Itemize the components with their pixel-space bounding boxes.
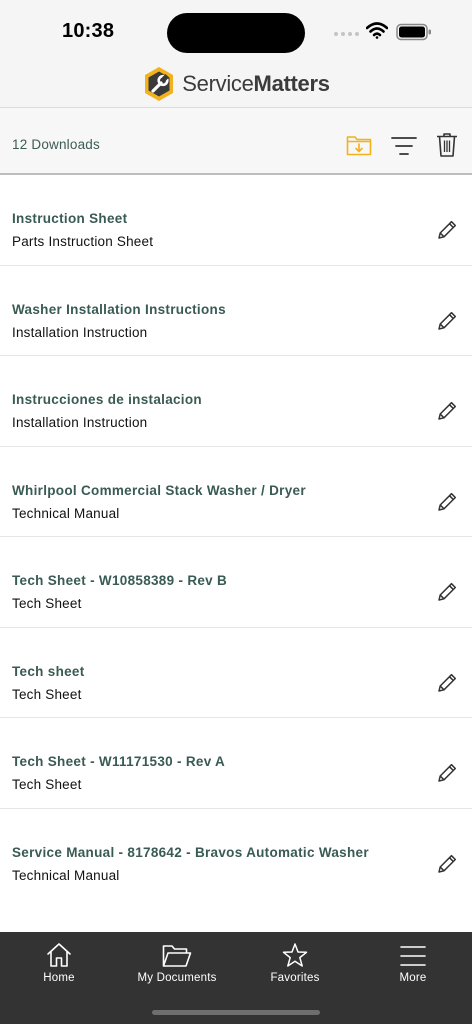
list-item[interactable]: Washer Installation Instructions Install… xyxy=(0,266,472,356)
pencil-icon[interactable] xyxy=(436,491,458,513)
item-title: Instrucciones de instalacion xyxy=(12,392,202,407)
item-title: Washer Installation Instructions xyxy=(12,301,226,317)
item-subtitle: Parts Instruction Sheet xyxy=(12,234,154,249)
item-subtitle: Tech Sheet xyxy=(12,777,82,792)
home-icon xyxy=(47,943,71,967)
item-subtitle: Installation Instruction xyxy=(12,324,148,340)
wrench-logo-icon xyxy=(145,66,174,101)
brand-name: ServiceMatters xyxy=(182,70,330,96)
tab-more[interactable]: More xyxy=(354,938,472,998)
item-title: Tech Sheet - W11171530 - Rev A xyxy=(12,754,226,769)
list-item[interactable]: Instruction Sheet Parts Instruction Shee… xyxy=(0,175,472,266)
item-subtitle: Tech Sheet xyxy=(12,686,82,702)
pencil-icon[interactable] xyxy=(436,762,458,784)
tab-label: More xyxy=(399,972,427,984)
tab-my-documents[interactable]: My Documents xyxy=(118,938,236,998)
downloads-list: Instruction Sheet Parts Instruction Shee… xyxy=(0,175,472,899)
pencil-icon[interactable] xyxy=(436,581,458,603)
pencil-icon[interactable] xyxy=(436,672,458,694)
home-indicator xyxy=(152,1010,320,1015)
app-header: ServiceMatters xyxy=(0,60,472,108)
pencil-icon[interactable] xyxy=(436,853,458,875)
cellular-signal-icon xyxy=(334,32,359,36)
list-item[interactable]: Tech Sheet - W10858389 - Rev B Tech Shee… xyxy=(0,537,472,628)
pencil-icon[interactable] xyxy=(436,219,458,241)
item-title: Whirlpool Commercial Stack Washer / Drye… xyxy=(12,482,306,498)
list-item[interactable]: Whirlpool Commercial Stack Washer / Drye… xyxy=(0,447,472,537)
item-title: Instruction Sheet xyxy=(12,211,128,226)
list-item[interactable]: Service Manual - 8178642 - Bravos Automa… xyxy=(0,809,472,900)
star-icon xyxy=(282,943,308,967)
folder-icon xyxy=(162,945,192,967)
list-item[interactable]: Instrucciones de instalacion Installatio… xyxy=(0,356,472,447)
filter-icon[interactable] xyxy=(391,136,417,156)
tab-label: My Documents xyxy=(137,972,217,984)
trash-icon[interactable] xyxy=(436,132,458,158)
menu-icon xyxy=(400,946,426,966)
list-item[interactable]: Tech sheet Tech Sheet xyxy=(0,628,472,718)
wifi-icon xyxy=(366,22,388,39)
brand-logo: ServiceMatters xyxy=(142,65,330,103)
status-time: 10:38 xyxy=(62,20,115,42)
battery-icon xyxy=(396,23,431,41)
tab-favorites[interactable]: Favorites xyxy=(236,938,354,998)
pencil-icon[interactable] xyxy=(436,400,458,422)
status-bar: 10:38 xyxy=(0,0,472,60)
tab-label: Home xyxy=(43,972,75,984)
tab-label: Favorites xyxy=(270,972,320,984)
item-subtitle: Tech Sheet xyxy=(12,596,82,611)
folder-download-icon[interactable] xyxy=(346,134,372,156)
item-title: Tech Sheet - W10858389 - Rev B xyxy=(12,573,228,588)
tab-home[interactable]: Home xyxy=(0,938,118,998)
pencil-icon[interactable] xyxy=(436,310,458,332)
item-subtitle: Technical Manual xyxy=(12,867,120,883)
downloads-toolbar: 12 Downloads xyxy=(0,108,472,175)
item-subtitle: Technical Manual xyxy=(12,505,120,521)
item-title: Service Manual - 8178642 - Bravos Automa… xyxy=(12,844,369,860)
downloads-count: 12 Downloads xyxy=(12,137,100,152)
list-item[interactable]: Tech Sheet - W11171530 - Rev A Tech Shee… xyxy=(0,718,472,809)
item-subtitle: Installation Instruction xyxy=(12,415,148,430)
dynamic-island xyxy=(167,13,305,53)
item-title: Tech sheet xyxy=(12,663,85,679)
